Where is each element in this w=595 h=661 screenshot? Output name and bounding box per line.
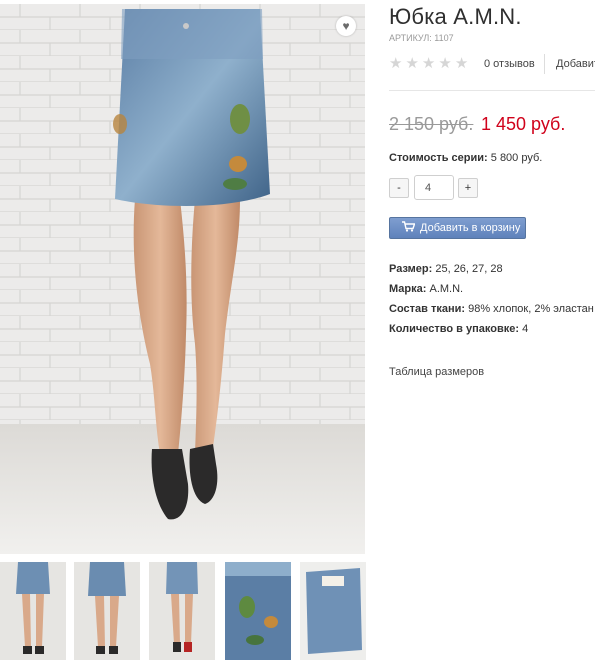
attribute-value: A.M.N. (429, 283, 464, 295)
star-icon[interactable]: ★ (389, 56, 402, 71)
divider (389, 90, 595, 91)
main-product-image[interactable]: ♥ (0, 4, 365, 554)
attribute-value: 98% хлопок, 2% эластан (468, 303, 594, 315)
star-icon[interactable]: ★ (455, 56, 468, 71)
series-cost-value: 5 800 руб. (490, 152, 543, 164)
attribute-label: Марка: (389, 283, 427, 295)
product-photo-illustration (0, 4, 365, 554)
series-cost-label: Стоимость серии: (389, 152, 488, 164)
attribute-brand: Марка: A.M.N. (389, 282, 594, 302)
attribute-size: Размер: 25, 26, 27, 28 (389, 262, 594, 282)
attribute-fabric: Состав ткани: 98% хлопок, 2% эластан (389, 302, 594, 322)
quantity-input[interactable] (414, 175, 454, 200)
thumbnail-label-detail[interactable] (300, 562, 366, 660)
attribute-label: Размер: (389, 263, 433, 275)
quantity-increase-button[interactable]: + (458, 178, 478, 198)
attribute-value: 25, 26, 27, 28 (435, 263, 503, 275)
thumbnail-illustration (300, 562, 366, 660)
current-price: 1 450 руб. (481, 114, 566, 134)
wishlist-heart-icon[interactable]: ♥ (336, 16, 356, 36)
product-title: Юбка A.M.N. (389, 4, 522, 29)
add-to-cart-button[interactable]: Добавить в корзину (389, 217, 526, 239)
add-review-link[interactable]: Добавить (556, 58, 595, 70)
series-cost: Стоимость серии: 5 800 руб. (389, 152, 542, 164)
size-table-link[interactable]: Таблица размеров (389, 366, 484, 378)
attribute-pack-quantity: Количество в упаковке: 4 (389, 322, 594, 342)
old-price: 2 150 руб. (389, 114, 474, 134)
star-icon[interactable]: ★ (438, 56, 451, 71)
reviews-count-link[interactable]: 0 отзывов (484, 58, 535, 70)
product-sku: АРТИКУЛ: 1107 (389, 33, 454, 43)
rating-stars[interactable]: ★ ★ ★ ★ ★ (389, 56, 468, 71)
thumbnail-illustration (225, 562, 291, 660)
star-icon[interactable]: ★ (422, 56, 435, 71)
thumbnail-side[interactable] (149, 562, 215, 660)
thumbnail-illustration (0, 562, 66, 660)
divider (544, 54, 545, 74)
thumbnail-back[interactable] (74, 562, 140, 660)
thumbnail-illustration (149, 562, 215, 660)
quantity-decrease-button[interactable]: - (389, 178, 409, 198)
star-icon[interactable]: ★ (405, 56, 418, 71)
attribute-label: Состав ткани: (389, 303, 466, 315)
add-to-cart-label: Добавить в корзину (420, 222, 521, 234)
thumbnail-detail-embroidery[interactable] (225, 562, 291, 660)
attribute-value: 4 (522, 323, 529, 335)
thumbnail-front[interactable] (0, 562, 66, 660)
product-attributes: Размер: 25, 26, 27, 28 Марка: A.M.N. Сос… (389, 262, 594, 342)
thumbnail-strip (0, 562, 370, 660)
cart-icon (402, 221, 416, 235)
attribute-label: Количество в упаковке: (389, 323, 519, 335)
thumbnail-illustration (74, 562, 140, 660)
